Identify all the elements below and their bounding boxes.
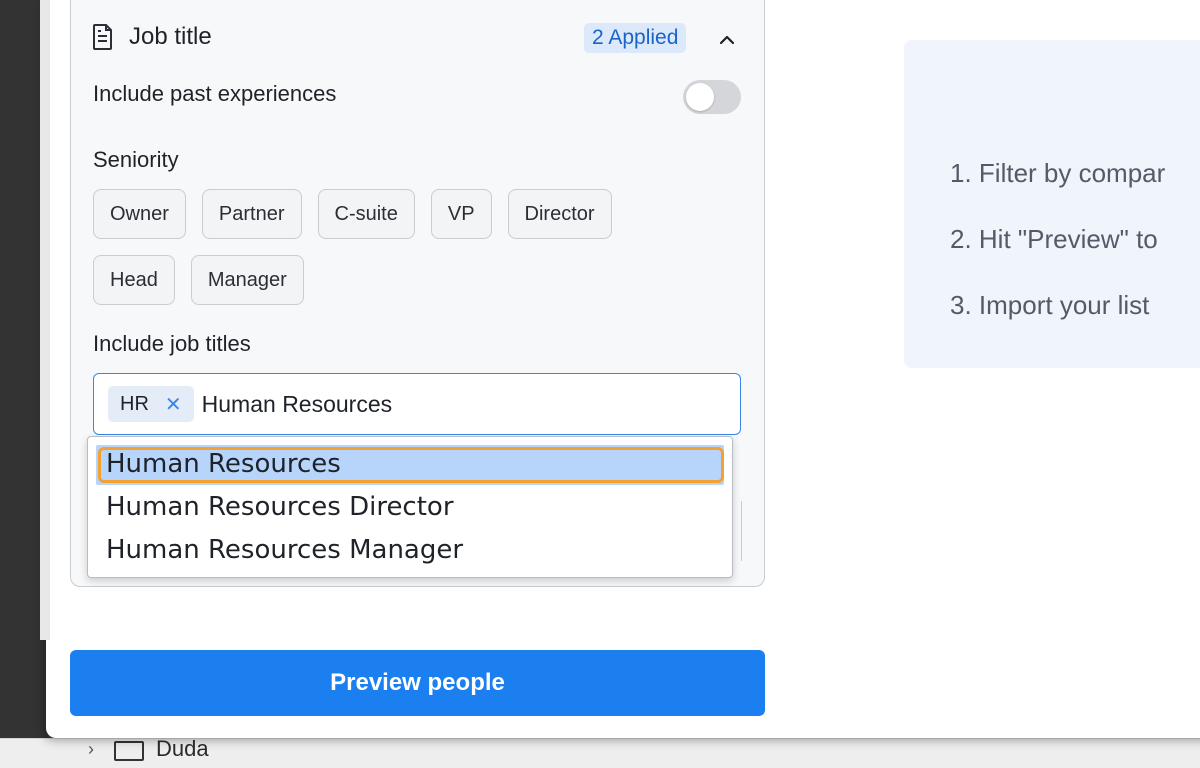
panel-header[interactable]: Job title [93, 23, 212, 51]
remove-tag-icon[interactable]: ✕ [165, 392, 182, 417]
seniority-chip-owner[interactable]: Owner [93, 189, 186, 239]
include-job-titles-label: Include job titles [93, 331, 251, 356]
job-titles-typed-text[interactable]: Human Resources [202, 391, 392, 418]
document-icon [93, 24, 112, 50]
include-past-experiences-toggle[interactable] [683, 80, 741, 114]
seniority-chip-head[interactable]: Head [93, 255, 175, 305]
modal-edge-shadow [40, 0, 50, 640]
toggle-knob [686, 83, 714, 111]
seniority-chip-manager[interactable]: Manager [190, 255, 304, 305]
suggestion-option[interactable]: Human Resources Manager [106, 535, 463, 565]
job-title-tag: HR ✕ [108, 386, 194, 422]
background-folder-row[interactable]: › Duda [88, 736, 209, 762]
seniority-chip-director[interactable]: Director [507, 189, 612, 239]
instruction-step: 1. Filter by compar [950, 158, 1166, 188]
seniority-chip-c-suite[interactable]: C-suite [317, 189, 415, 239]
include-past-experiences-label: Include past experiences [93, 81, 337, 106]
applied-count-badge: 2 Applied [584, 23, 687, 53]
hidden-field-edge [741, 501, 742, 561]
seniority-chip-vp[interactable]: VP [430, 189, 492, 239]
instructions-card: 1. Filter by compar 2. Hit "Preview" to … [904, 40, 1200, 368]
panel-title: Job title [129, 23, 212, 50]
suggestion-option[interactable]: Human Resources Director [106, 492, 454, 522]
preview-people-button[interactable]: Preview people [70, 650, 765, 716]
instruction-step: 2. Hit "Preview" to [950, 224, 1158, 254]
seniority-chip-partner[interactable]: Partner [201, 189, 302, 239]
seniority-chip-group: Owner Partner C-suite VP Director Head M… [93, 189, 693, 305]
folder-icon [114, 741, 144, 761]
chevron-right-icon: › [88, 738, 94, 759]
job-title-suggestions-dropdown: Human Resources Human Resources Director… [87, 436, 733, 578]
suggestion-option[interactable]: Human Resources [106, 449, 341, 479]
seniority-label: Seniority [93, 147, 179, 172]
tag-label: HR [120, 392, 149, 415]
instruction-step: 3. Import your list [950, 290, 1150, 320]
folder-label: Duda [156, 736, 209, 761]
job-titles-input[interactable]: HR ✕ Human Resources [93, 373, 741, 435]
chevron-up-icon[interactable] [716, 29, 738, 51]
